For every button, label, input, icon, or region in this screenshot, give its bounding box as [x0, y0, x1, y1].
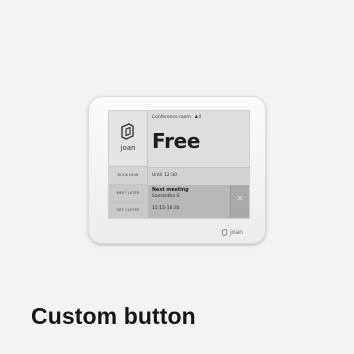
until-row: Until 12:30 [148, 167, 249, 185]
book-now-button[interactable]: BOOK NOW [109, 167, 147, 185]
joan-small-logo-icon [222, 229, 228, 236]
room-status: Free [152, 129, 201, 153]
joan-device: joan BOOK NOW MEET LATER GET COFFEE Conf… [88, 96, 266, 244]
joan-logo-icon [121, 123, 134, 140]
device-brand-mark: joan [221, 229, 243, 236]
product-card: joan BOOK NOW MEET LATER GET COFFEE Conf… [0, 0, 354, 354]
logo-box: joan [109, 111, 147, 167]
device-screen: joan BOOK NOW MEET LATER GET COFFEE Conf… [108, 110, 250, 219]
next-meeting-block[interactable]: Next meeting Samantha S. 15:15-16:30 ✕ [148, 185, 249, 218]
until-text: Until 12:30 [152, 173, 177, 178]
room-capacity: 4 [198, 115, 202, 120]
dismiss-button[interactable]: ✕ [230, 185, 249, 218]
get-coffee-button[interactable]: GET COFFEE [109, 203, 147, 218]
room-line: Conference room ♟4 [152, 115, 201, 120]
device-brand-text: joan [230, 229, 243, 236]
next-meeting-person: Samantha S. [152, 194, 181, 199]
left-column: joan BOOK NOW MEET LATER GET COFFEE [109, 111, 148, 218]
room-status-area: Conference room ♟4 Free Until 12:30 Next… [148, 111, 249, 218]
room-label: Conference room [152, 115, 191, 120]
next-meeting-title: Next meeting [152, 188, 189, 193]
caption-title: Custom button [31, 303, 196, 329]
close-icon: ✕ [236, 194, 244, 203]
next-meeting-time: 15:15-16:30 [152, 206, 180, 211]
meet-later-button[interactable]: MEET LATER [109, 185, 147, 203]
logo-text: joan [120, 144, 136, 152]
